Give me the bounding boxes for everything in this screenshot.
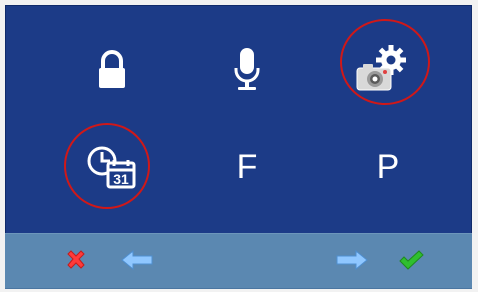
bottom-toolbar bbox=[5, 233, 472, 289]
red-x-icon bbox=[67, 250, 85, 269]
lock-button[interactable] bbox=[77, 35, 147, 105]
highlight-circle bbox=[64, 123, 150, 209]
highlight-circle bbox=[340, 19, 430, 105]
left-arrow-icon bbox=[121, 249, 153, 271]
menu-screen: 31 F P bbox=[5, 5, 472, 289]
cancel-button[interactable] bbox=[61, 245, 91, 275]
p-label: P bbox=[376, 148, 400, 186]
forward-button[interactable] bbox=[332, 245, 372, 275]
microphone-button[interactable] bbox=[212, 35, 282, 105]
f-label: F bbox=[236, 148, 258, 186]
f-button[interactable]: F bbox=[212, 137, 282, 197]
microphone-icon bbox=[234, 48, 260, 90]
confirm-button[interactable] bbox=[395, 245, 427, 275]
lock-icon bbox=[99, 50, 125, 88]
green-check-icon bbox=[399, 250, 424, 270]
back-button[interactable] bbox=[117, 245, 157, 275]
right-arrow-icon bbox=[336, 249, 368, 271]
p-button[interactable]: P bbox=[353, 137, 423, 197]
